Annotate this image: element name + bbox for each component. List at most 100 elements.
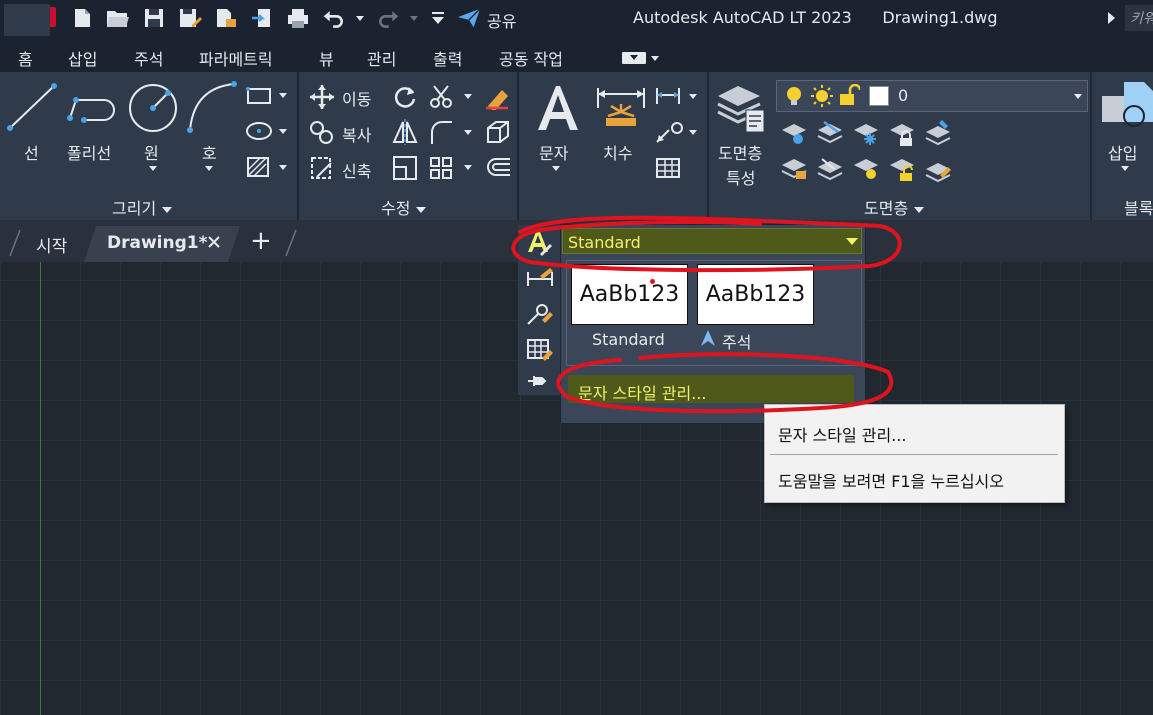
print-icon[interactable] [286, 6, 310, 30]
layer-unlock-tool-icon[interactable] [888, 155, 916, 181]
hatch-dropdown-icon[interactable] [279, 165, 287, 170]
leader-dropdown-icon[interactable] [689, 130, 697, 135]
export-icon[interactable] [250, 6, 274, 30]
ellipse-icon[interactable] [245, 120, 273, 142]
tab-output[interactable]: 출력 [433, 46, 462, 70]
explode-icon[interactable] [484, 118, 512, 146]
layer-dropdown-arrow-icon[interactable] [1074, 94, 1082, 99]
ribbon-minimize-icon[interactable] [622, 52, 646, 64]
rectangle-icon[interactable] [245, 86, 273, 106]
fillet-dropdown-icon[interactable] [464, 130, 472, 135]
polyline-tool-icon[interactable] [66, 86, 122, 126]
line-tool-label[interactable]: 선 [24, 140, 39, 164]
copy-label[interactable]: 복사 [342, 122, 371, 146]
layer-isolate-icon[interactable] [816, 118, 844, 146]
save-as-icon[interactable] [178, 6, 202, 30]
arc-tool-icon[interactable] [186, 80, 238, 134]
leader-icon[interactable] [655, 120, 685, 144]
table-icon[interactable] [655, 157, 681, 179]
customize-toolbar-icon[interactable] [426, 6, 450, 30]
layer-walk-icon[interactable] [924, 155, 952, 183]
line-tool-icon[interactable] [6, 82, 58, 132]
circle-tool-icon[interactable] [127, 82, 179, 134]
array-icon[interactable] [428, 155, 454, 181]
layer-match-icon[interactable] [780, 155, 808, 181]
stretch-label[interactable]: 신축 [342, 158, 371, 182]
trim-dropdown-icon[interactable] [464, 94, 472, 99]
share-icon[interactable] [457, 6, 481, 30]
layer-make-current-icon[interactable] [924, 118, 952, 146]
move-label[interactable]: 이동 [342, 86, 371, 110]
move-icon[interactable] [309, 84, 335, 110]
expand-arrow-icon[interactable] [1108, 12, 1115, 24]
circle-tool-label[interactable]: 원 [144, 140, 159, 164]
tab-manage[interactable]: 관리 [367, 46, 396, 70]
style-card-annotative[interactable]: AaBb123 [697, 264, 814, 325]
insert-block-label[interactable]: 삽입 [1108, 140, 1137, 164]
tab-start[interactable]: 시작 [36, 232, 67, 257]
save-icon[interactable] [142, 6, 166, 30]
scale-icon[interactable] [392, 155, 418, 181]
multileader-style-icon[interactable] [526, 302, 554, 326]
share-label[interactable]: 공유 [487, 8, 516, 32]
array-dropdown-icon[interactable] [464, 165, 472, 170]
pin-icon[interactable] [526, 372, 548, 390]
text-dropdown-icon[interactable] [552, 166, 560, 171]
arc-dropdown-icon[interactable] [205, 166, 213, 171]
rotate-icon[interactable] [392, 84, 418, 110]
tab-drawing1[interactable]: Drawing1* [107, 233, 208, 253]
polyline-tool-label[interactable]: 폴리선 [67, 140, 111, 164]
text-style-icon[interactable] [526, 230, 554, 256]
layer-properties-label-2[interactable]: 특성 [726, 165, 755, 189]
new-file-icon[interactable] [70, 6, 94, 30]
undo-dropdown-icon[interactable] [356, 16, 364, 21]
layer-properties-label-1[interactable]: 도면층 [718, 140, 762, 164]
layer-off-icon[interactable] [780, 120, 808, 146]
tab-collaborate[interactable]: 공동 작업 [499, 46, 563, 70]
insert-block-icon[interactable] [1100, 80, 1153, 132]
dimension-tool-icon[interactable] [596, 86, 646, 132]
layer-properties-icon[interactable] [716, 82, 766, 134]
tab-parametric[interactable]: 파라메트릭 [199, 46, 273, 70]
mirror-icon[interactable] [392, 118, 418, 146]
layer-unisolate-icon[interactable] [816, 155, 844, 183]
close-icon[interactable] [206, 234, 222, 250]
style-name-standard[interactable]: Standard [592, 330, 665, 349]
stretch-icon[interactable] [309, 155, 335, 181]
rectangle-dropdown-icon[interactable] [279, 93, 287, 98]
text-tool-icon[interactable] [536, 84, 580, 132]
layers-panel-title[interactable]: 도면층 [864, 195, 925, 219]
tab-home[interactable]: 홈 [18, 46, 33, 70]
draw-panel-title[interactable]: 그리기 [112, 195, 173, 219]
circle-dropdown-icon[interactable] [149, 166, 157, 171]
tab-annotate[interactable]: 주석 [134, 46, 163, 70]
offset-icon[interactable] [484, 155, 512, 181]
erase-icon[interactable] [484, 82, 512, 110]
table-style-icon[interactable] [526, 338, 554, 362]
copy-icon[interactable] [309, 120, 335, 146]
text-style-current[interactable]: Standard [568, 233, 641, 252]
tab-view[interactable]: 뷰 [319, 46, 334, 70]
arc-tool-label[interactable]: 호 [202, 140, 217, 164]
ribbon-options-icon[interactable] [651, 56, 659, 61]
layer-freeze-icon[interactable] [852, 120, 880, 146]
tab-insert[interactable]: 삽입 [68, 46, 97, 70]
block-panel-title[interactable]: 블록 [1124, 195, 1153, 219]
manage-text-styles-label[interactable]: 문자 스타일 관리... [578, 380, 706, 404]
open-folder-icon[interactable] [106, 6, 130, 30]
layer-lock-icon[interactable] [888, 120, 916, 146]
style-name-annotative[interactable]: 주석 [722, 329, 751, 353]
chevron-down-icon[interactable] [846, 238, 858, 245]
dimension-tool-label[interactable]: 치수 [603, 140, 632, 164]
dim-style-icon[interactable] [526, 266, 554, 288]
layer-thaw-all-icon[interactable] [852, 155, 880, 181]
redo-icon[interactable] [376, 6, 400, 30]
linear-dim-dropdown-icon[interactable] [689, 94, 697, 99]
text-tool-label[interactable]: 문자 [539, 140, 568, 164]
hatch-icon[interactable] [245, 155, 273, 179]
undo-icon[interactable] [322, 6, 346, 30]
redo-dropdown-icon[interactable] [410, 16, 418, 21]
search-input[interactable]: 키워 [1125, 5, 1153, 31]
fillet-icon[interactable] [428, 118, 454, 146]
trim-icon[interactable] [428, 84, 454, 110]
